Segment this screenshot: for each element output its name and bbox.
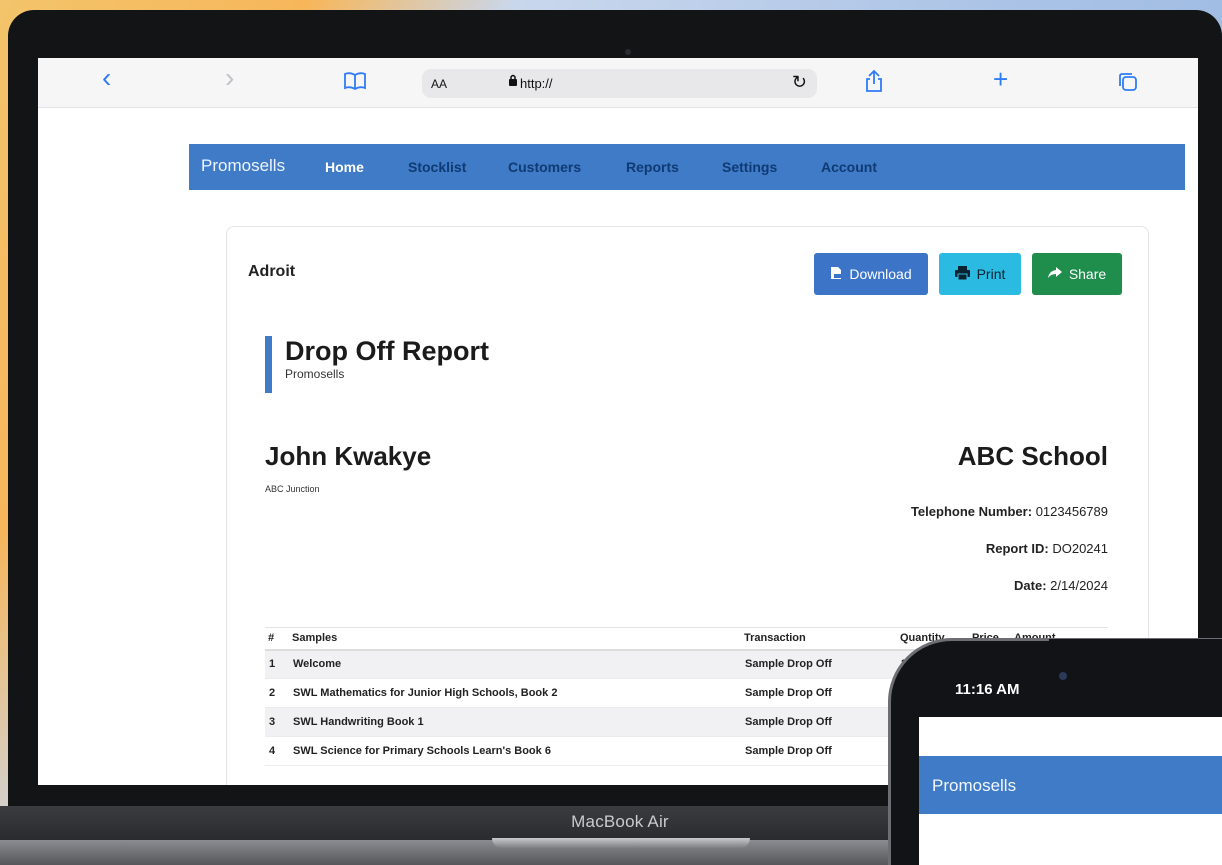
- print-label: Print: [976, 266, 1006, 282]
- col-header-samples: Samples: [289, 627, 741, 651]
- share-icon[interactable]: [864, 69, 884, 98]
- school-name: ABC School: [957, 441, 1108, 471]
- camera-dot: [625, 49, 631, 55]
- url-text: http://: [520, 76, 553, 91]
- phone-navbar: Promosells: [919, 756, 1222, 814]
- telephone-value: 0123456789: [1035, 504, 1108, 519]
- report-title: Drop Off Report: [285, 336, 489, 366]
- report-subtitle: Promosells: [285, 367, 345, 381]
- col-header-number: #: [265, 627, 289, 651]
- row-transaction: Sample Drop Off: [741, 736, 897, 766]
- phone-notch: [1049, 639, 1222, 664]
- phone-nav-brand[interactable]: Promosells: [932, 776, 1016, 796]
- card-title: Adroit: [248, 263, 296, 280]
- row-sample: SWL Science for Primary Schools Learn's …: [289, 736, 741, 766]
- bookmarks-icon[interactable]: [343, 71, 367, 96]
- customer-address: ABC Junction: [265, 484, 320, 494]
- row-sample: Welcome: [289, 649, 741, 679]
- file-pdf-icon: [830, 266, 842, 283]
- nav-item-stocklist[interactable]: Stocklist: [408, 159, 466, 175]
- share-arrow-icon: [1047, 266, 1062, 282]
- nav-item-home[interactable]: Home: [325, 159, 364, 175]
- share-label: Share: [1068, 266, 1107, 282]
- telephone-line: Telephone Number: 0123456789: [911, 504, 1108, 519]
- date-value: 2/14/2024: [1050, 578, 1108, 593]
- tabs-icon[interactable]: [1117, 71, 1139, 98]
- nav-item-customers[interactable]: Customers: [508, 159, 581, 175]
- report-id-line: Report ID: DO20241: [986, 541, 1108, 556]
- row-sample: SWL Handwriting Book 1: [289, 707, 741, 737]
- row-sample: SWL Mathematics for Junior High Schools,…: [289, 678, 741, 708]
- phone-screen: Promosells: [919, 717, 1222, 865]
- new-tab-icon[interactable]: +: [993, 66, 1008, 92]
- report-id-label: Report ID:: [985, 541, 1049, 556]
- back-icon[interactable]: ‹: [102, 64, 111, 92]
- nav-brand[interactable]: Promosells: [201, 156, 285, 176]
- row-transaction: Sample Drop Off: [741, 678, 897, 708]
- nav-item-reports[interactable]: Reports: [626, 159, 679, 175]
- row-number: 3: [265, 707, 289, 737]
- col-header-transaction: Transaction: [741, 627, 897, 651]
- report-id-value: DO20241: [1052, 541, 1108, 556]
- nav-item-account[interactable]: Account: [821, 159, 877, 175]
- share-button[interactable]: Share: [1032, 253, 1122, 295]
- app-navbar: Promosells Home Stocklist Customers Repo…: [189, 144, 1185, 190]
- laptop-notch: [492, 838, 750, 848]
- reload-icon[interactable]: ↻: [792, 72, 807, 93]
- text-size-button[interactable]: AA: [431, 77, 447, 91]
- download-button[interactable]: Download: [814, 253, 928, 295]
- nav-item-settings[interactable]: Settings: [722, 159, 777, 175]
- print-button[interactable]: Print: [939, 253, 1021, 295]
- row-number: 4: [265, 736, 289, 766]
- row-transaction: Sample Drop Off: [741, 649, 897, 679]
- date-line: Date: 2/14/2024: [1014, 578, 1108, 593]
- telephone-label: Telephone Number:: [910, 504, 1033, 519]
- download-label: Download: [849, 266, 912, 282]
- printer-icon: [954, 265, 970, 283]
- browser-toolbar: ‹ › AA http:// ↻ +: [38, 58, 1198, 108]
- date-label: Date:: [1014, 578, 1047, 593]
- address-bar[interactable]: AA http:// ↻: [422, 69, 817, 98]
- customer-name: John Kwakye: [265, 441, 432, 471]
- row-transaction: Sample Drop Off: [741, 707, 897, 737]
- report-header: Drop Off Report Promosells: [265, 336, 489, 393]
- lock-icon: [508, 74, 518, 89]
- forward-icon[interactable]: ›: [225, 64, 234, 92]
- phone-camera: [1059, 672, 1067, 680]
- phone-status-time: 11:16 AM: [955, 681, 1020, 698]
- row-number: 2: [265, 678, 289, 708]
- phone-device: 11:16 AM Promosells: [888, 638, 1222, 865]
- row-number: 1: [265, 649, 289, 679]
